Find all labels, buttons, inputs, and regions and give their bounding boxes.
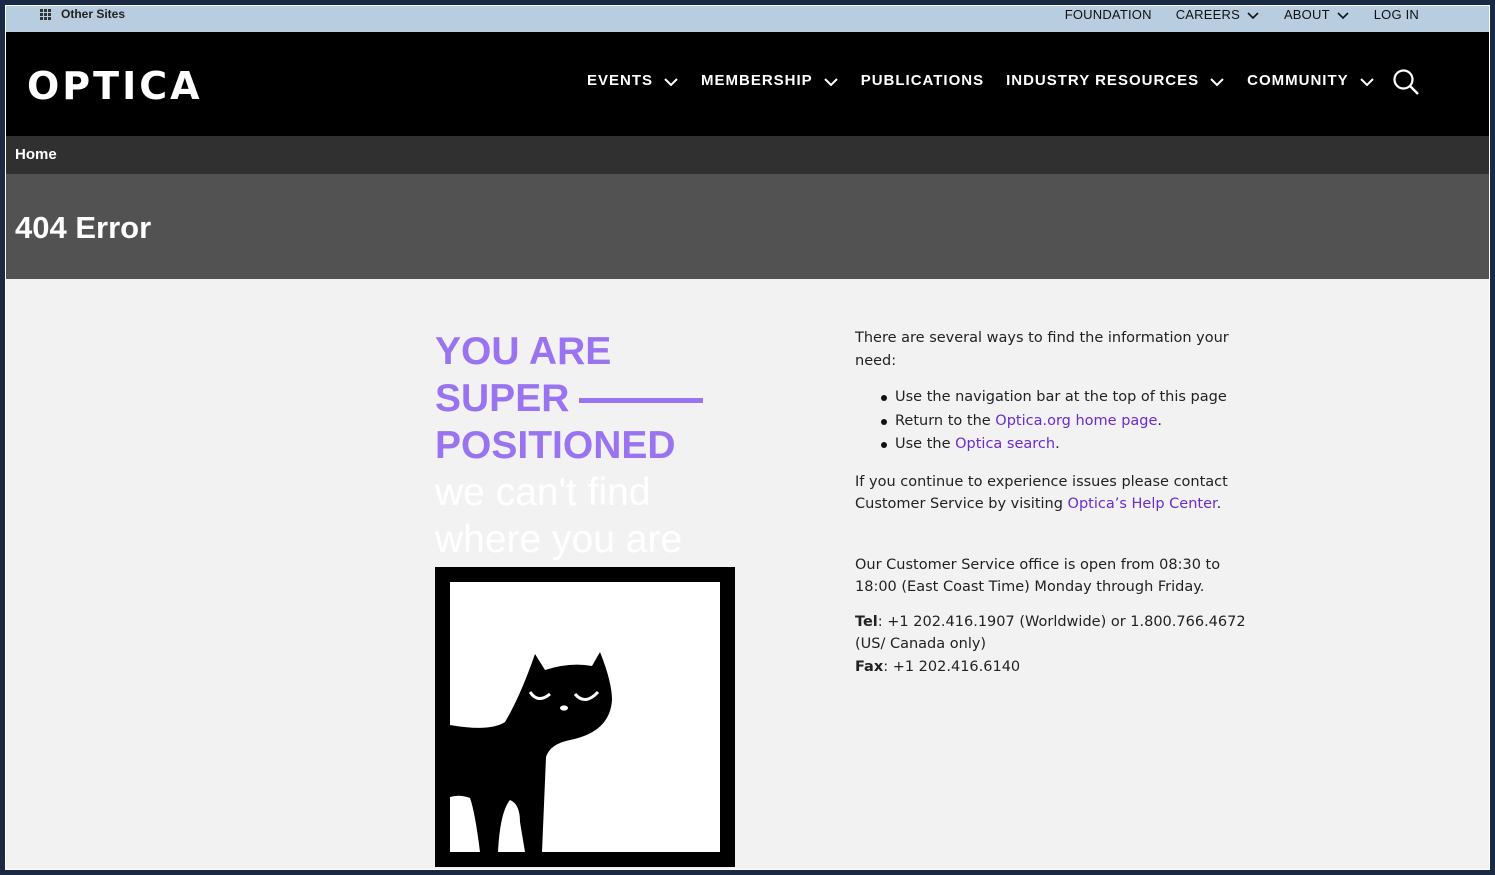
nav-item-publications[interactable]: PUBLICATIONS	[861, 72, 984, 89]
tel-value: : +1 202.416.1907 (Worldwide) or 1.800.7…	[855, 613, 1246, 653]
chevron-down-icon	[1210, 77, 1224, 86]
fax-label: Fax	[855, 658, 884, 675]
utility-bar: Other Sites FOUNDATION CAREERS ABOUT LOG…	[0, 0, 1495, 32]
list-item-text: Return to the	[895, 412, 996, 429]
utility-link-careers[interactable]: CAREERS	[1176, 7, 1260, 22]
hero-subtext-1: we can't find	[435, 471, 651, 514]
chevron-down-icon	[1359, 77, 1374, 86]
list-item-text: Use the	[895, 436, 956, 452]
nav-item-community[interactable]: COMMUNITY	[1247, 72, 1375, 89]
breadcrumb-home-link[interactable]: Home	[15, 146, 57, 163]
contact-paragraph: If you continue to experience issues ple…	[855, 471, 1255, 516]
error-hero: YOU ARE SUPER POSITIONED we can't find w…	[435, 328, 775, 563]
hero-line-1: YOU ARE	[435, 330, 612, 373]
cat-illustration	[435, 567, 735, 867]
help-intro: There are several ways to find the infor…	[855, 330, 1229, 369]
utility-link-label: ABOUT	[1283, 7, 1330, 22]
list-item: Return to the Optica.org home page.	[881, 410, 1255, 434]
list-item-text: .	[1055, 436, 1060, 452]
hero-dash-decoration	[579, 398, 704, 403]
nav-item-label: PUBLICATIONS	[860, 72, 985, 89]
list-item-text: .	[1157, 412, 1163, 429]
cat-illustration-canvas	[450, 582, 720, 852]
utility-link-about[interactable]: ABOUT	[1284, 7, 1350, 22]
contact-text: .	[1216, 496, 1222, 512]
chevron-down-icon	[664, 77, 678, 86]
chevron-down-icon	[1247, 11, 1259, 19]
nav-item-label: EVENTS	[587, 72, 654, 89]
breadcrumb: Home	[0, 136, 1495, 174]
nav-item-events[interactable]: EVENTS	[587, 72, 679, 89]
help-info: There are several ways to find the infor…	[855, 327, 1255, 692]
hero-line-3: POSITIONED	[435, 424, 676, 467]
apps-grid-icon	[40, 8, 51, 20]
utility-link-login[interactable]: LOG IN	[1374, 7, 1419, 22]
utility-link-label: FOUNDATION	[1064, 7, 1152, 22]
search-icon[interactable]	[1392, 68, 1420, 96]
hero-line-2-text: SUPER	[435, 377, 570, 420]
phone-fax: Tel: +1 202.416.1907 (Worldwide) or 1.80…	[855, 611, 1255, 679]
cat-icon	[450, 652, 612, 852]
list-item-text: Use the navigation bar at the top of thi…	[895, 389, 1227, 405]
office-hours: Our Customer Service office is open from…	[855, 556, 1221, 596]
other-sites-menu[interactable]: Other Sites	[40, 7, 125, 21]
help-center-link[interactable]: Optica’s Help Center	[1068, 496, 1217, 512]
tel-label: Tel	[855, 613, 878, 630]
utility-links: FOUNDATION CAREERS ABOUT LOG IN	[1065, 7, 1419, 22]
nav-items: EVENTS MEMBERSHIP PUBLICATIONS INDUSTRY …	[587, 72, 1375, 89]
nav-item-label: INDUSTRY RESOURCES	[1006, 72, 1200, 89]
nav-item-label: MEMBERSHIP	[701, 72, 813, 89]
main-navigation: OPTICA EVENTS MEMBERSHIP PUBLICATIONS IN…	[0, 32, 1495, 136]
home-page-link[interactable]: Optica.org home page	[995, 413, 1157, 429]
page-title: 404 Error	[15, 210, 152, 245]
title-band: 404 Error	[0, 174, 1495, 279]
hero-line-2: SUPER	[435, 375, 775, 422]
chevron-down-icon	[1337, 11, 1349, 19]
optica-logo[interactable]: OPTICA	[27, 64, 203, 108]
list-item: Use the Optica search.	[881, 433, 1255, 457]
utility-link-label: LOG IN	[1373, 7, 1419, 22]
optica-search-link[interactable]: Optica search	[955, 436, 1055, 452]
utility-link-label: CAREERS	[1175, 7, 1240, 22]
nav-item-industry-resources[interactable]: INDUSTRY RESOURCES	[1006, 72, 1225, 89]
fax-value: : +1 202.416.6140	[883, 658, 1021, 675]
list-item: Use the navigation bar at the top of thi…	[881, 386, 1255, 410]
nav-item-membership[interactable]: MEMBERSHIP	[701, 72, 839, 89]
nav-item-label: COMMUNITY	[1247, 72, 1349, 89]
help-options-list: Use the navigation bar at the top of thi…	[881, 386, 1255, 457]
other-sites-label: Other Sites	[61, 7, 126, 21]
chevron-down-icon	[823, 77, 838, 86]
hero-subtext-2: where you are	[435, 518, 683, 561]
utility-link-foundation[interactable]: FOUNDATION	[1065, 7, 1152, 22]
